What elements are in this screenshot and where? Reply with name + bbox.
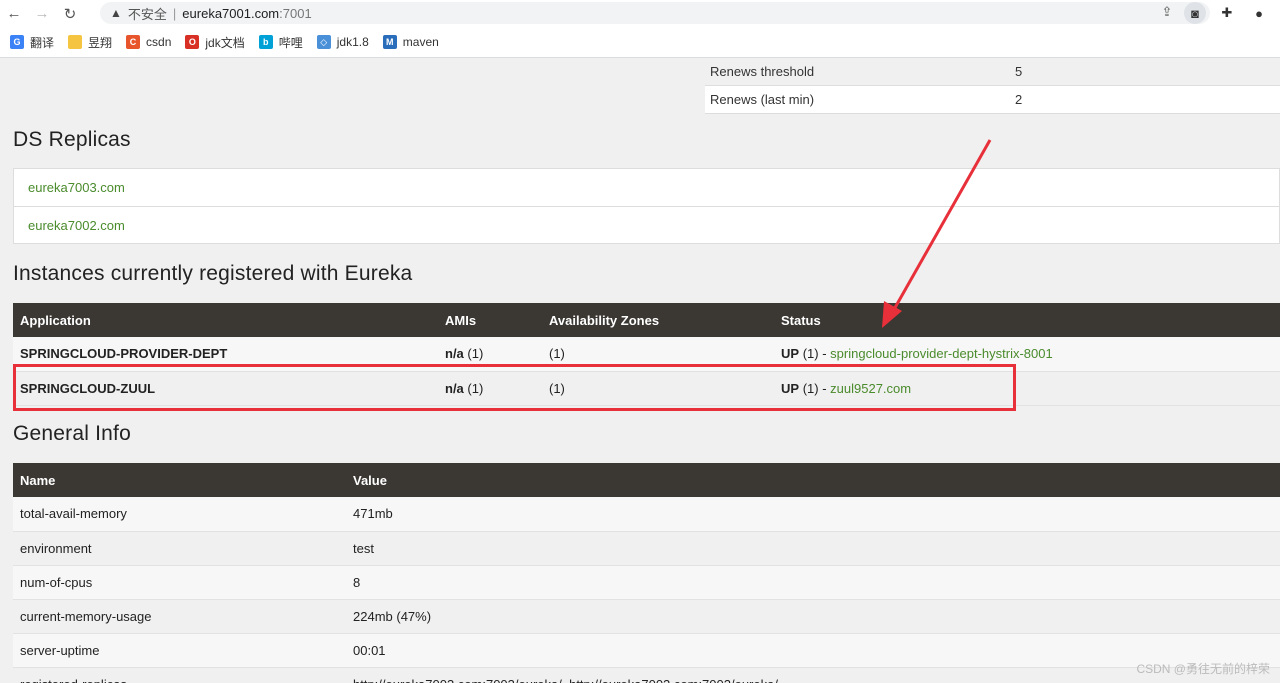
bookmark-icon: G bbox=[10, 35, 24, 49]
bookmark-item[interactable]: Mmaven bbox=[382, 35, 439, 49]
status-up: UP bbox=[781, 346, 800, 362]
column-header: Availability Zones bbox=[542, 303, 774, 337]
renews-threshold-label: Renews threshold bbox=[710, 64, 815, 79]
status-count: (1) - bbox=[802, 346, 827, 362]
bookmark-label: 翻译 bbox=[30, 35, 55, 50]
bookmark-item[interactable]: b 哔哩 bbox=[258, 34, 303, 51]
bookmark-label: 哔哩 bbox=[278, 35, 303, 50]
bookmarks-bar: G 翻译 昱翔 Ccsdn Ojdk文档 b 哔哩 ◇ jdk1.8 Mmaven bbox=[0, 27, 1280, 58]
table-row: total-avail-memory 471mb bbox=[13, 497, 1280, 532]
renews-last-min-value: 2 bbox=[1015, 92, 1023, 107]
table-row: current-memory-usage 224mb (47%) bbox=[13, 599, 1280, 634]
page-content: Renews threshold 5 Renews (last min) 2 D… bbox=[0, 58, 1280, 683]
general-info-table: Name Value total-avail-memory 471mb envir… bbox=[13, 463, 1280, 683]
renews-threshold-value: 5 bbox=[1015, 64, 1023, 79]
ami-na: n/a bbox=[445, 346, 464, 362]
info-name: num-of-cpus bbox=[13, 565, 346, 600]
insecure-label: 不安全 bbox=[127, 6, 167, 22]
general-info-title: General Info bbox=[13, 422, 131, 445]
bookmark-icon: M bbox=[382, 35, 397, 49]
back-arrow-icon[interactable]: ← bbox=[0, 0, 28, 27]
replica-link[interactable]: eureka7002.com bbox=[14, 206, 1279, 243]
table-row: server-uptime 00:01 bbox=[13, 633, 1280, 668]
bookmark-icon: C bbox=[126, 35, 141, 49]
bookmark-icon bbox=[68, 35, 83, 49]
bookmark-icon: b bbox=[258, 35, 273, 49]
bookmark-label: csdn bbox=[146, 35, 172, 49]
info-name: current-memory-usage bbox=[13, 599, 346, 634]
reload-icon[interactable]: ↻ bbox=[56, 0, 84, 27]
warning-icon: ▲ bbox=[110, 6, 122, 20]
info-name: server-uptime bbox=[13, 633, 346, 668]
watermark: CSDN @勇往无前的梓荣 bbox=[1136, 662, 1270, 676]
info-name: registered-replicas bbox=[13, 667, 346, 683]
renews-table: Renews threshold 5 Renews (last min) 2 bbox=[705, 58, 1280, 114]
url-host: eureka7001.com bbox=[182, 5, 280, 21]
table-row: environment test bbox=[13, 531, 1280, 566]
info-value: 8 bbox=[346, 565, 1280, 600]
url-separator: | bbox=[172, 5, 177, 21]
bookmark-item[interactable]: 昱翔 bbox=[68, 34, 112, 51]
bookmark-label: maven bbox=[402, 35, 439, 49]
instances-title: Instances currently registered with Eure… bbox=[13, 262, 413, 285]
info-value: 471mb bbox=[346, 497, 1280, 532]
replica-link[interactable]: eureka7003.com bbox=[14, 169, 1279, 206]
extension-icon[interactable]: ◙ bbox=[1184, 2, 1206, 24]
column-header: Status bbox=[774, 303, 1280, 337]
bookmark-item[interactable]: ◇ jdk1.8 bbox=[316, 35, 369, 49]
replicas-list: eureka7003.com eureka7002.com bbox=[13, 168, 1280, 244]
bookmark-icon: O bbox=[185, 35, 200, 49]
renews-last-min-label: Renews (last min) bbox=[710, 92, 815, 107]
bookmark-item[interactable]: Ccsdn bbox=[126, 35, 171, 49]
info-value: test bbox=[346, 531, 1280, 566]
bookmark-item[interactable]: Ojdk文档 bbox=[185, 34, 245, 51]
bookmark-label: jdk1.8 bbox=[336, 35, 369, 49]
browser-toolbar: ← → ↻ ▲ 不安全 | eureka7001.com :7001 ⇪ ☆ ◙… bbox=[0, 0, 1280, 27]
instance-link[interactable]: springcloud-provider-dept-hystrix-8001 bbox=[830, 346, 1053, 361]
forward-arrow-icon[interactable]: → bbox=[28, 0, 56, 27]
share-icon[interactable]: ⇪ bbox=[1161, 4, 1172, 20]
bookmark-item[interactable]: G 翻译 bbox=[10, 34, 54, 51]
profile-icon[interactable]: ● bbox=[1248, 2, 1270, 24]
table-row: num-of-cpus 8 bbox=[13, 565, 1280, 600]
table-row: registered-replicashttp://eureka7003.com… bbox=[13, 667, 1280, 683]
info-name: environment bbox=[13, 531, 346, 566]
column-header: Value bbox=[346, 463, 1280, 497]
puzzle-icon[interactable]: ✚ bbox=[1216, 2, 1238, 24]
table-row: Renews threshold 5 bbox=[705, 58, 1280, 86]
replicas-title: DS Replicas bbox=[13, 128, 131, 151]
bookmark-label: jdk文档 bbox=[205, 35, 245, 50]
column-header: Name bbox=[13, 463, 346, 497]
table-row: Renews (last min) 2 bbox=[705, 86, 1280, 114]
annotation-box bbox=[13, 364, 1016, 411]
bookmark-label: 昱翔 bbox=[88, 35, 113, 50]
url-port: :7001 bbox=[279, 5, 312, 21]
column-header: Application bbox=[13, 303, 438, 337]
address-bar[interactable]: ▲ 不安全 | eureka7001.com :7001 ⇪ ☆ bbox=[100, 2, 1210, 24]
column-header: AMIs bbox=[438, 303, 542, 337]
bookmark-icon: ◇ bbox=[316, 35, 331, 49]
info-name: total-avail-memory bbox=[13, 497, 346, 532]
info-value: 224mb (47%) bbox=[346, 599, 1280, 634]
ami-count: (1) bbox=[467, 346, 484, 362]
